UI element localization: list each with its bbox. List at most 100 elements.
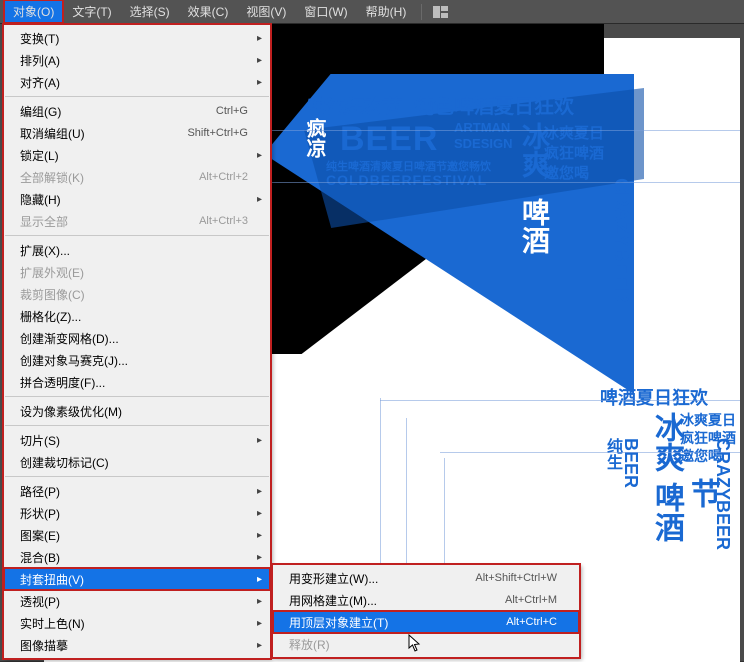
menu-type[interactable]: 文字(T) xyxy=(63,0,120,23)
menu-slice[interactable]: 切片(S) xyxy=(4,429,270,451)
art-text: CRAZYBEER xyxy=(609,178,632,302)
menu-shortcut: Ctrl+G xyxy=(216,105,248,117)
menu-select[interactable]: 选择(S) xyxy=(121,0,179,23)
menu-item-label: 扩展外观(E) xyxy=(20,264,248,281)
menu-hide[interactable]: 隐藏(H) xyxy=(4,188,270,210)
menu-separator xyxy=(5,96,269,97)
menu-item-label: 对齐(A) xyxy=(20,74,248,91)
menu-crop-marks[interactable]: 创建裁切标记(C) xyxy=(4,451,270,473)
menu-effect[interactable]: 效果(C) xyxy=(179,0,238,23)
menu-unlock-all: 全部解锁(K)Alt+Ctrl+2 xyxy=(4,166,270,188)
menu-item-label: 排列(A) xyxy=(20,52,248,69)
menubar-separator xyxy=(421,4,422,20)
menu-item-label: 混合(B) xyxy=(20,549,248,566)
menu-item-label: 扩展(X)... xyxy=(20,242,248,259)
menu-separator xyxy=(5,425,269,426)
menu-item-label: 设为像素级优化(M) xyxy=(20,403,248,420)
menu-help[interactable]: 帮助(H) xyxy=(357,0,416,23)
menu-expand[interactable]: 扩展(X)... xyxy=(4,239,270,261)
guide-line xyxy=(380,400,740,401)
menu-blend[interactable]: 混合(B) xyxy=(4,546,270,568)
submenu-make-with-top-object[interactable]: 用顶层对象建立(T)Alt+Ctrl+C xyxy=(273,611,579,633)
menu-item-label: 封套扭曲(V) xyxy=(20,571,248,588)
menu-item-label: 裁剪图像(C) xyxy=(20,286,248,303)
menu-item-label: 创建裁切标记(C) xyxy=(20,454,248,471)
menu-shortcut: Alt+Ctrl+M xyxy=(505,594,557,606)
art-text: 纯色啤酒夏日狂欢 xyxy=(414,90,574,119)
menu-item-label: 释放(R) xyxy=(289,636,557,653)
menu-shortcut: Alt+Ctrl+3 xyxy=(199,215,248,227)
menu-item-label: 图像描摹 xyxy=(20,637,248,654)
menu-shortcut: Shift+Ctrl+G xyxy=(187,127,248,139)
art-text: 冰爽夏日 xyxy=(680,410,736,430)
art-text: 纯生 xyxy=(600,438,624,470)
menu-shape[interactable]: 形状(P) xyxy=(4,502,270,524)
menu-window[interactable]: 窗口(W) xyxy=(295,0,356,23)
menu-item-label: 取消编组(U) xyxy=(20,125,187,142)
menu-group[interactable]: 编组(G)Ctrl+G xyxy=(4,100,270,122)
submenu-make-with-mesh[interactable]: 用网格建立(M)...Alt+Ctrl+M xyxy=(273,589,579,611)
menu-ungroup[interactable]: 取消编组(U)Shift+Ctrl+G xyxy=(4,122,270,144)
menu-lock[interactable]: 锁定(L) xyxy=(4,144,270,166)
menu-item-label: 路径(P) xyxy=(20,483,248,500)
cursor-icon xyxy=(408,634,422,652)
art-text: SDESIGN xyxy=(454,136,513,151)
submenu-release: 释放(R) xyxy=(273,633,579,655)
menu-item-label: 显示全部 xyxy=(20,213,199,230)
menu-crop-image: 裁剪图像(C) xyxy=(4,283,270,305)
menu-object[interactable]: 对象(O) xyxy=(4,0,63,23)
menu-arrange[interactable]: 排列(A) xyxy=(4,49,270,71)
menu-item-label: 用网格建立(M)... xyxy=(289,592,505,609)
art-text: COLDBEERFESTIVAL xyxy=(326,172,487,188)
menu-shortcut: Alt+Shift+Ctrl+W xyxy=(475,572,557,584)
menu-pattern[interactable]: 图案(E) xyxy=(4,524,270,546)
menu-item-label: 用变形建立(W)... xyxy=(289,570,475,587)
menu-separator xyxy=(5,235,269,236)
submenu-make-with-warp[interactable]: 用变形建立(W)...Alt+Shift+Ctrl+W xyxy=(273,567,579,589)
menu-item-label: 变换(T) xyxy=(20,30,248,47)
menubar: 对象(O) 文字(T) 选择(S) 效果(C) 视图(V) 窗口(W) 帮助(H… xyxy=(0,0,744,24)
menu-transform[interactable]: 变换(T) xyxy=(4,27,270,49)
menu-perspective[interactable]: 透视(P) xyxy=(4,590,270,612)
art-text: 啤酒夏日狂欢 xyxy=(600,384,708,410)
menu-item-label: 形状(P) xyxy=(20,505,248,522)
menu-item-label: 切片(S) xyxy=(20,432,248,449)
art-text: ARTMAN xyxy=(454,120,510,135)
menu-gradient-mesh[interactable]: 创建渐变网格(D)... xyxy=(4,327,270,349)
menu-image-trace[interactable]: 图像描摹 xyxy=(4,634,270,656)
menu-envelope-distort[interactable]: 封套扭曲(V) xyxy=(4,568,270,590)
menu-pixel-perfect[interactable]: 设为像素级优化(M) xyxy=(4,400,270,422)
arrange-documents-icon[interactable] xyxy=(432,4,450,20)
menu-separator xyxy=(5,476,269,477)
menu-view[interactable]: 视图(V) xyxy=(237,0,295,23)
menu-item-label: 实时上色(N) xyxy=(20,615,248,632)
menu-item-label: 隐藏(H) xyxy=(20,191,248,208)
object-menu-dropdown: 变换(T) 排列(A) 对齐(A) 编组(G)Ctrl+G 取消编组(U)Shi… xyxy=(3,24,271,659)
menu-align[interactable]: 对齐(A) xyxy=(4,71,270,93)
menu-item-label: 拼合透明度(F)... xyxy=(20,374,248,391)
menu-item-label: 栅格化(Z)... xyxy=(20,308,248,325)
menu-live-paint[interactable]: 实时上色(N) xyxy=(4,612,270,634)
menu-item-label: 创建渐变网格(D)... xyxy=(20,330,248,347)
envelope-distort-submenu: 用变形建立(W)...Alt+Shift+Ctrl+W 用网格建立(M)...A… xyxy=(272,564,580,658)
art-text: 啤酒 xyxy=(514,198,554,254)
menu-show-all: 显示全部Alt+Ctrl+3 xyxy=(4,210,270,232)
menu-item-label: 锁定(L) xyxy=(20,147,248,164)
menu-separator xyxy=(5,396,269,397)
art-text: 疯凉 xyxy=(300,118,329,158)
menu-shortcut: Alt+Ctrl+2 xyxy=(199,171,248,183)
menu-rasterize[interactable]: 栅格化(Z)... xyxy=(4,305,270,327)
menu-item-label: 透视(P) xyxy=(20,593,248,610)
menu-item-label: 编组(G) xyxy=(20,103,216,120)
menu-item-label: 创建对象马赛克(J)... xyxy=(20,352,248,369)
art-text: 节 xyxy=(680,478,724,508)
menu-path[interactable]: 路径(P) xyxy=(4,480,270,502)
guide-line xyxy=(440,452,740,453)
menu-expand-appearance: 扩展外观(E) xyxy=(4,261,270,283)
menu-object-mosaic[interactable]: 创建对象马赛克(J)... xyxy=(4,349,270,371)
menu-item-label: 图案(E) xyxy=(20,527,248,544)
menu-item-label: 用顶层对象建立(T) xyxy=(289,614,506,631)
art-text: 冰爽 xyxy=(644,412,688,472)
menu-flatten-transparency[interactable]: 拼合透明度(F)... xyxy=(4,371,270,393)
art-text: 啤酒狂欢节 xyxy=(304,92,399,119)
